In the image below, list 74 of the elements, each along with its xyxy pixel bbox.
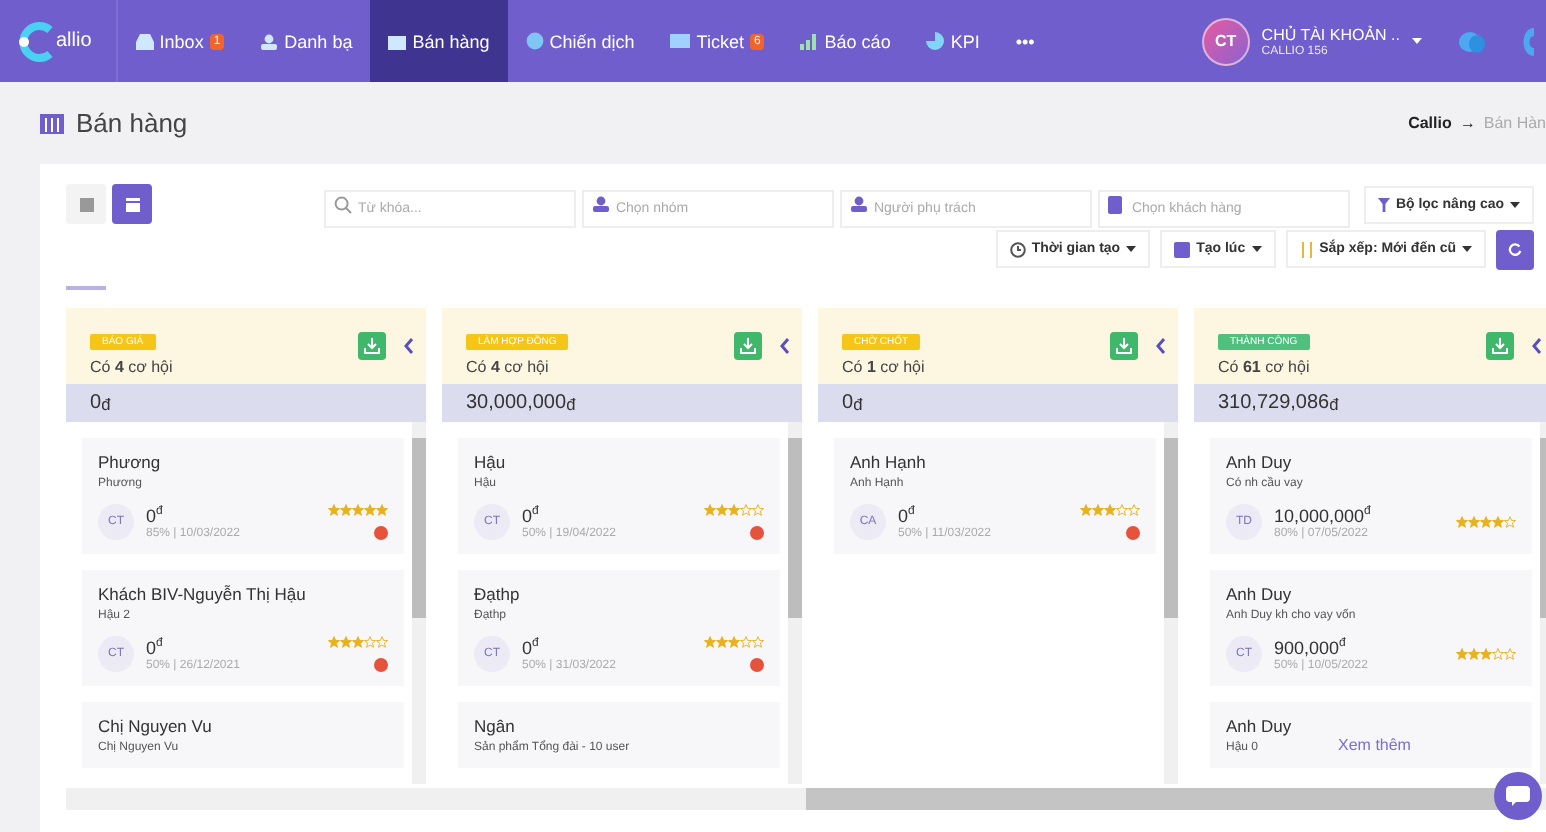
horizontal-scrollbar[interactable]: [66, 788, 1546, 810]
collapse-icon[interactable]: [780, 338, 790, 354]
see-more-link[interactable]: Xem thêm: [1338, 736, 1411, 754]
deal-amount: 0$^{đ}$: [522, 505, 541, 525]
view-toggle-button[interactable]: [66, 184, 106, 224]
deal-name: Chị Nguyen Vu: [98, 716, 214, 736]
pie-icon: [926, 32, 945, 50]
filter-icon: [1377, 197, 1390, 211]
opportunity-count: Có 4 cơ hội: [466, 357, 551, 375]
download-icon: [1492, 338, 1508, 354]
caret-icon: [1462, 246, 1472, 252]
person-icon: [260, 33, 279, 49]
view-toggle-button[interactable]: [112, 184, 152, 224]
caret-icon: [1510, 201, 1520, 207]
search-icon: [333, 195, 352, 213]
user-name: CHỦ TÀI KHOẢN ..: [1261, 24, 1400, 45]
deal-amount: 0$^{đ}$: [522, 637, 541, 657]
nav-tab[interactable]: KPI: [908, 0, 998, 82]
download-button[interactable]: [1486, 332, 1514, 360]
board-icon: [125, 197, 139, 211]
download-button[interactable]: [734, 332, 762, 360]
caret-icon: [1126, 246, 1137, 252]
deal-name: Khách BIV-Nguyễn Thị Hậu: [98, 584, 308, 604]
caret-icon: [1251, 246, 1262, 252]
person-icon: [591, 196, 610, 212]
deal-name: Anh Duy: [1226, 584, 1294, 604]
breadcrumb-item[interactable]: Callio: [1408, 114, 1452, 132]
deal-name: Anh Duy: [1226, 452, 1294, 472]
user-avatar[interactable]: CT: [1201, 17, 1250, 65]
logo-text: allio: [56, 30, 92, 52]
clock-icon: [1009, 241, 1026, 257]
nav-tab[interactable]: Danh bạ: [242, 0, 371, 82]
deal-name: Đạthp: [474, 584, 522, 604]
breadcrumb-item: Bán Hàn: [1483, 114, 1546, 132]
download-icon: [364, 338, 380, 354]
deal-amount: 0$^{đ}$: [898, 505, 917, 525]
collapse-icon[interactable]: [1532, 338, 1542, 354]
deal-amount: 10,000,000$^{đ}$: [1274, 505, 1371, 525]
refresh-icon: [1508, 242, 1522, 258]
deal-amount: 900,000$^{đ}$: [1274, 637, 1346, 657]
phone-icon[interactable]: [1518, 27, 1534, 55]
page-title: Bán hàng: [76, 108, 188, 138]
download-icon: [1116, 338, 1132, 354]
chat-bubbles-icon[interactable]: [1458, 29, 1486, 53]
opportunity-count: Có 4 cơ hội: [90, 357, 173, 375]
deal-name: Phương: [98, 452, 163, 472]
breadcrumb-item: →: [1459, 114, 1476, 132]
scrollbar[interactable]: [788, 422, 802, 784]
deal-name: Anh Duy: [1226, 716, 1294, 736]
refresh-button[interactable]: [1496, 230, 1534, 270]
deal-amount: 0$^{đ}$: [146, 505, 165, 525]
download-icon: [740, 338, 756, 354]
person-icon: [849, 196, 868, 212]
nav-tab[interactable]: Bán hàng: [370, 0, 508, 82]
collapse-icon[interactable]: [404, 338, 414, 354]
deal-name: Hậu: [474, 452, 508, 472]
opportunity-count: Có 61 cơ hội: [1218, 357, 1310, 375]
nav-tab[interactable]: •••: [997, 0, 1053, 82]
chart-icon: [800, 33, 819, 49]
download-button[interactable]: [1110, 332, 1138, 360]
nav-tab[interactable]: Chiến dịch: [507, 0, 653, 82]
deal-name: Ngân: [474, 716, 517, 736]
download-button[interactable]: [358, 332, 386, 360]
logo-icon: [18, 21, 54, 61]
chat-icon: [1506, 786, 1530, 806]
nav-tab[interactable]: Báo cáo: [782, 0, 909, 82]
deal-name: Anh Hạnh: [850, 452, 928, 472]
deal-amount: 0$^{đ}$: [146, 637, 165, 657]
scrollbar[interactable]: [412, 422, 426, 784]
collapse-icon[interactable]: [1156, 338, 1166, 354]
opportunity-count: Có 1 cơ hội: [842, 357, 925, 375]
scrollbar[interactable]: [1164, 422, 1178, 784]
caret-icon: [1412, 38, 1422, 44]
inbox-icon: [135, 33, 154, 49]
